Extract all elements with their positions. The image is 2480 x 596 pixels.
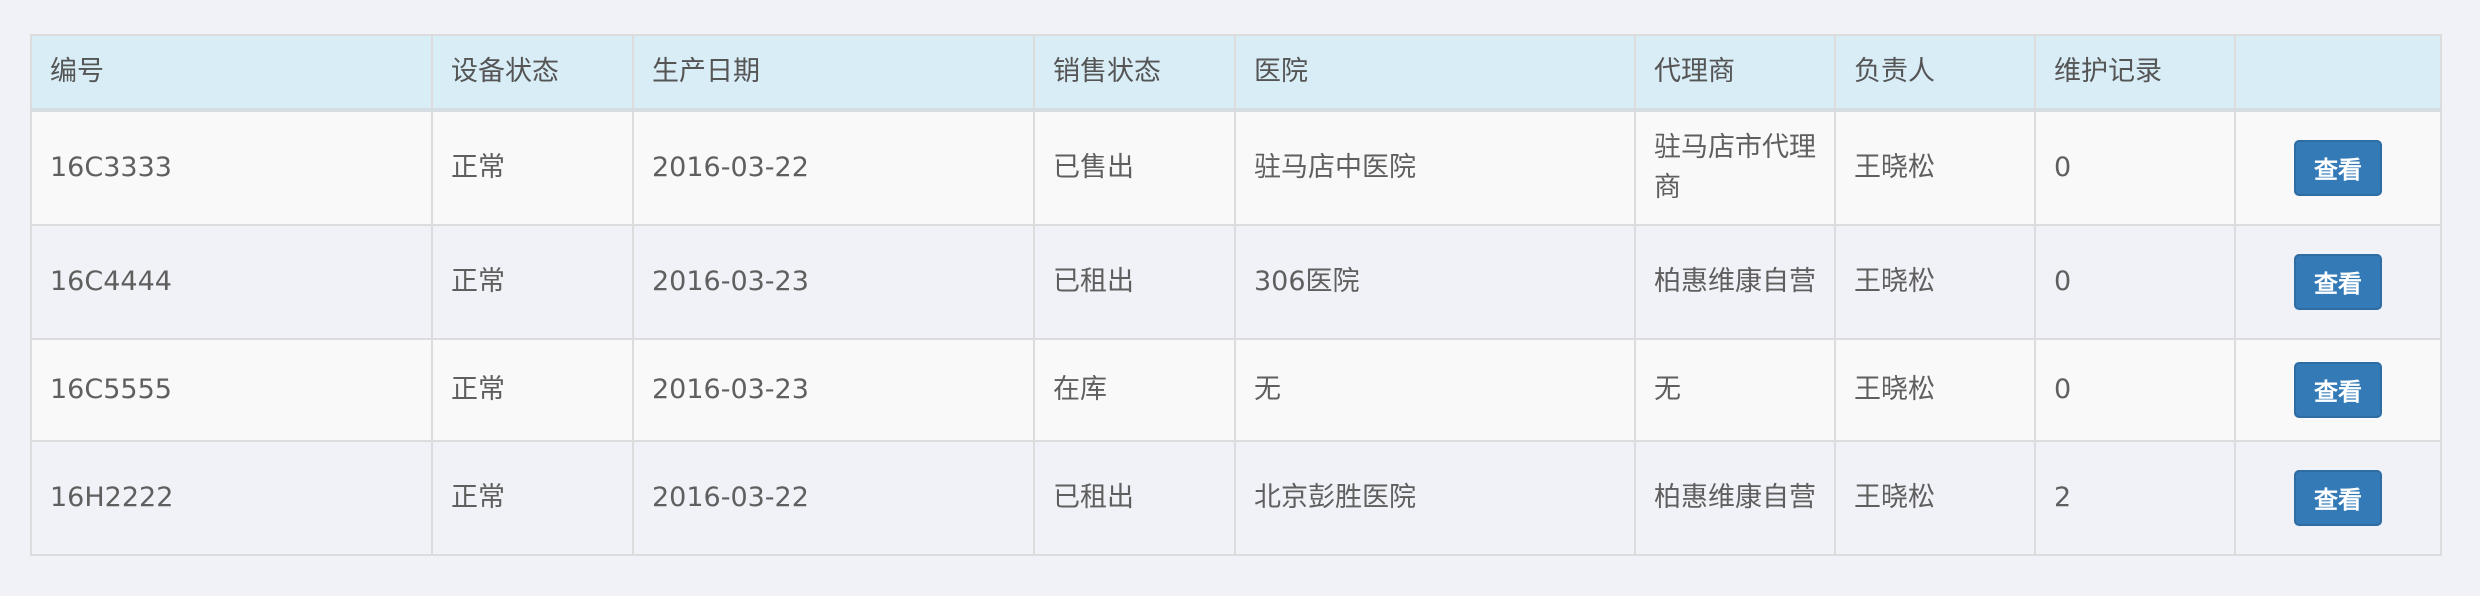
cell-production-date: 2016-03-22 — [632, 109, 1035, 226]
cell-action: 查看 — [2234, 224, 2442, 340]
table-row: 16C3333 正常 2016-03-22 已售出 驻马店中医院 驻马店市代理商… — [30, 109, 2442, 226]
header-hospital[interactable]: 医院 — [1234, 34, 1636, 112]
header-owner[interactable]: 负责人 — [1834, 34, 2036, 112]
view-button[interactable]: 查看 — [2294, 470, 2382, 526]
cell-maintenance: 0 — [2034, 224, 2236, 340]
device-table: 编号 设备状态 生产日期 销售状态 医院 代理商 负责人 维护记录 16C333… — [30, 34, 2442, 556]
view-button[interactable]: 查看 — [2294, 362, 2382, 418]
cell-hospital: 306医院 — [1234, 224, 1636, 340]
cell-agent: 柏惠维康自营 — [1634, 440, 1836, 556]
cell-agent: 柏惠维康自营 — [1634, 224, 1836, 340]
cell-sales-status: 在库 — [1033, 338, 1236, 442]
cell-hospital: 北京彭胜医院 — [1234, 440, 1636, 556]
cell-sales-status: 已租出 — [1033, 224, 1236, 340]
header-action — [2234, 34, 2442, 112]
table-row: 16C4444 正常 2016-03-23 已租出 306医院 柏惠维康自营 王… — [30, 224, 2442, 340]
cell-agent: 无 — [1634, 338, 1836, 442]
header-maintenance[interactable]: 维护记录 — [2034, 34, 2236, 112]
cell-maintenance: 0 — [2034, 109, 2236, 226]
header-sales-status[interactable]: 销售状态 — [1033, 34, 1236, 112]
cell-id: 16C4444 — [30, 224, 433, 340]
cell-owner: 王晓松 — [1834, 224, 2036, 340]
cell-production-date: 2016-03-22 — [632, 440, 1035, 556]
header-agent[interactable]: 代理商 — [1634, 34, 1836, 112]
device-table-container: 编号 设备状态 生产日期 销售状态 医院 代理商 负责人 维护记录 16C333… — [30, 34, 2442, 556]
table-row: 16H2222 正常 2016-03-22 已租出 北京彭胜医院 柏惠维康自营 … — [30, 440, 2442, 556]
cell-device-status: 正常 — [431, 224, 634, 340]
header-id[interactable]: 编号 — [30, 34, 433, 112]
header-production-date[interactable]: 生产日期 — [632, 34, 1035, 112]
header-device-status[interactable]: 设备状态 — [431, 34, 634, 112]
view-button[interactable]: 查看 — [2294, 140, 2382, 196]
cell-owner: 王晓松 — [1834, 440, 2036, 556]
cell-hospital: 无 — [1234, 338, 1636, 442]
cell-hospital: 驻马店中医院 — [1234, 109, 1636, 226]
cell-id: 16C3333 — [30, 109, 433, 226]
cell-id: 16H2222 — [30, 440, 433, 556]
cell-production-date: 2016-03-23 — [632, 224, 1035, 340]
cell-maintenance: 2 — [2034, 440, 2236, 556]
cell-action: 查看 — [2234, 440, 2442, 556]
cell-device-status: 正常 — [431, 338, 634, 442]
cell-production-date: 2016-03-23 — [632, 338, 1035, 442]
cell-owner: 王晓松 — [1834, 109, 2036, 226]
cell-sales-status: 已售出 — [1033, 109, 1236, 226]
cell-action: 查看 — [2234, 109, 2442, 226]
cell-sales-status: 已租出 — [1033, 440, 1236, 556]
table-row: 16C5555 正常 2016-03-23 在库 无 无 王晓松 0 查看 — [30, 338, 2442, 442]
cell-action: 查看 — [2234, 338, 2442, 442]
table-header-row: 编号 设备状态 生产日期 销售状态 医院 代理商 负责人 维护记录 — [30, 34, 2442, 112]
cell-device-status: 正常 — [431, 440, 634, 556]
cell-id: 16C5555 — [30, 338, 433, 442]
cell-agent: 驻马店市代理商 — [1634, 109, 1836, 226]
view-button[interactable]: 查看 — [2294, 254, 2382, 310]
cell-maintenance: 0 — [2034, 338, 2236, 442]
cell-device-status: 正常 — [431, 109, 634, 226]
cell-owner: 王晓松 — [1834, 338, 2036, 442]
